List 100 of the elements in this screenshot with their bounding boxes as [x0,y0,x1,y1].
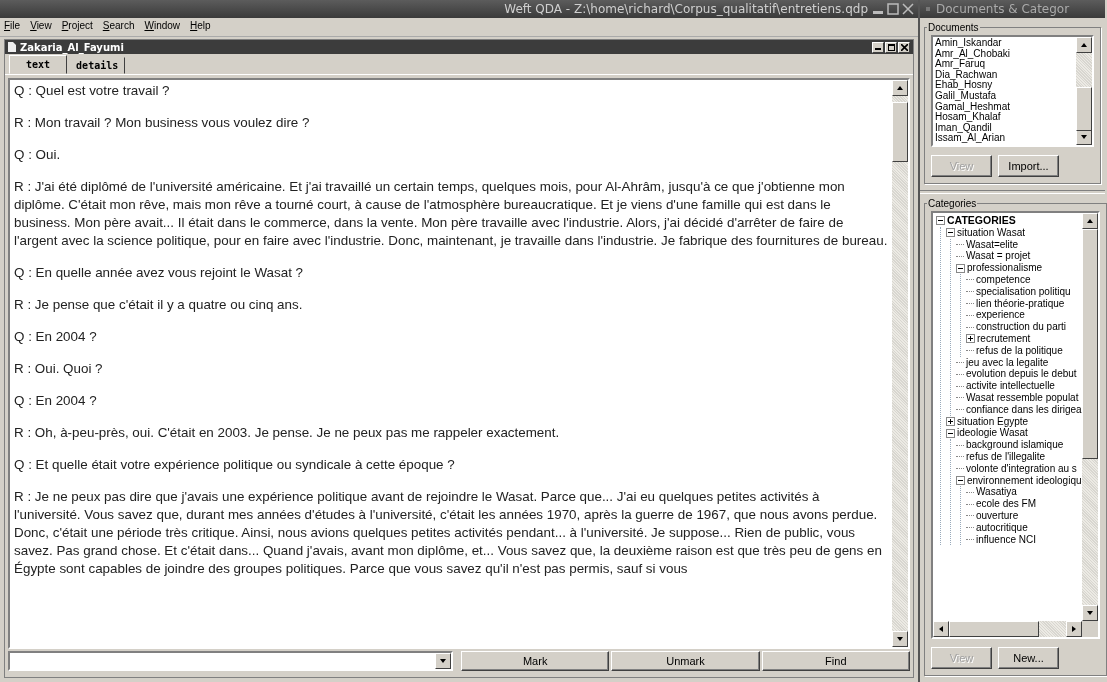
paragraph: R : Oui. Quoi ? [14,360,104,378]
tree-item[interactable]: experience [976,309,1025,322]
tree-item[interactable]: jeu avec la legalite [966,356,1049,369]
arrow-up-icon [1085,217,1094,225]
tree-item[interactable]: Wasat ressemble populat [966,391,1079,404]
tree-item[interactable]: Wasat = projet [966,250,1031,263]
panel-button[interactable]: Import... [998,155,1059,177]
tree-item[interactable]: volonte d'integration au s [966,462,1077,475]
tree-item[interactable]: construction du parti [976,321,1067,333]
panel-title: Documents & Categor [936,2,1070,16]
tab[interactable]: text [9,55,68,74]
scroll-thumb[interactable] [892,102,908,162]
document-item[interactable]: Dia_Rachwan [935,69,1074,81]
document-item[interactable]: Iman_Qandil [935,122,1074,134]
close-button[interactable] [898,41,910,53]
tree-item[interactable]: confiance dans les dirigea [966,403,1082,416]
document-item[interactable]: Ehab_Hosny [935,80,1074,91]
scroll-thumb[interactable] [949,621,1039,637]
menu-item[interactable]: Window [144,20,181,34]
menu-item[interactable]: File [4,20,21,34]
tree-item[interactable]: Wasatiya [976,486,1017,499]
document-item[interactable]: Galil_Mustafa [935,90,1074,102]
action-button[interactable]: Unmark [611,651,760,671]
document-item[interactable]: Gamal_Heshmat [935,101,1074,113]
tree-item[interactable]: situation Egypte [957,415,1029,428]
tree-item[interactable]: activite intellectuelle [966,380,1055,392]
action-button[interactable]: Mark [461,651,610,671]
tree-item[interactable]: refus de la politique [976,344,1063,357]
scroll-thumb[interactable] [1081,229,1098,459]
minimize-button[interactable] [872,41,884,53]
menu-item[interactable]: Project [61,20,93,34]
scroll-up-button[interactable] [1076,37,1092,53]
tree-item[interactable]: ideologie Wasat [957,427,1028,440]
scrollbar[interactable] [933,621,1098,637]
tree-item[interactable]: competence [976,274,1031,286]
search-field[interactable] [8,651,453,671]
tree-item[interactable]: refus de l'illegalite [966,450,1046,463]
collapse-icon[interactable] [946,228,955,238]
tree-item[interactable]: professionalisme [967,262,1043,274]
tree-item[interactable]: situation Wasat [957,226,1025,239]
paragraph: Q : En 2004 ? [14,392,98,410]
expand-icon[interactable] [966,334,975,344]
scroll-thumb[interactable] [1076,87,1092,131]
paragraph: R : Mon travail ? Mon business vous voulez dire ? [14,114,311,132]
tree-item[interactable]: specialisation politiqu [976,285,1071,298]
document-item[interactable]: Hosam_Khalaf [935,112,1074,123]
scroll-left-button[interactable] [933,621,949,637]
scroll-down-button[interactable] [1081,605,1098,621]
document-item[interactable]: Issam_Al_Arian [935,133,1074,144]
expand-icon[interactable] [946,416,955,426]
document-item[interactable]: Amr_Al_Chobaki [935,48,1074,60]
panel-button[interactable]: New... [998,647,1059,669]
arrow-up-icon [896,84,904,92]
scrollbar[interactable] [892,80,908,647]
tree-item[interactable]: lien théorie-pratique [976,297,1065,310]
document-item[interactable]: Amin_Iskandar [935,38,1074,49]
scroll-up-button[interactable] [1081,213,1098,229]
paragraph: Q : Oui. [14,146,62,164]
maximize-icon[interactable] [887,3,899,15]
arrow-left-icon [937,625,945,633]
collapse-icon[interactable] [956,263,965,273]
tree-item[interactable]: ecole des FM [976,498,1037,510]
paragraph: R : Je ne peux pas dire que j'avais une expérience politique avant de rejoindre le Wasat. Parce que... J'ai eu quelques petites activités à l'université. Vous savez que, durant mes années d'études à l'université, c'était les années 1970, après la guerre de 1967, que nous avons perdue. Donc, c'était une période très critique. Ainsi, nous avions quelques petites activités pendant... à l'université. Je suppose... Rien de public, vous savez. Pas grand chose. Et c'était dans... Quand j'avais, avant mon diplôme, et... Vous savez que, la deuxième raison est que très peu de gens en Égypte sont capables de joindre des groupes politiques. Parce que vous savez qu'il n'est pas permis, sauf si vous [14,488,883,578]
menu-item[interactable]: View [30,20,52,34]
document-title: Zakaria_Al_Fayumi [20,41,124,53]
scrollbar[interactable] [1081,213,1098,621]
arrow-right-icon [1069,625,1078,633]
tree-item[interactable]: recrutement [977,332,1031,345]
scroll-down-button[interactable] [892,631,908,647]
scroll-up-button[interactable] [892,80,908,96]
arrow-down-icon [439,657,447,665]
collapse-icon[interactable] [956,475,965,485]
group-label: Categories [927,198,978,209]
arrow-down-icon [1080,133,1088,141]
tree-item[interactable]: Wasat=elite [966,238,1019,251]
paragraph: Q : Quel est votre travail ? [14,82,171,100]
menu-item[interactable]: Search [102,20,135,34]
window-title: Weft QDA - Z:\home\richard\Corpus_qualitatif\entretiens.qdp [504,2,868,16]
arrow-down-icon [1085,609,1094,617]
tree-item[interactable]: environnement ideologiqu [967,474,1082,487]
scrollbar[interactable] [1076,37,1092,145]
action-button[interactable]: Find [761,651,910,671]
tree-item[interactable]: ouverture [976,509,1019,522]
close-icon[interactable] [902,3,914,15]
tree-item[interactable]: background islamique [966,439,1064,451]
tree-item[interactable]: CATEGORIES [947,215,1016,227]
paragraph: Q : Et quelle était votre expérience politique ou syndicale à cette époque ? [14,456,456,474]
tree-item[interactable]: evolution depuis le debut [966,368,1077,381]
collapse-icon[interactable] [936,216,945,226]
maximize-button[interactable] [885,41,897,53]
tree-item[interactable]: autocritique [976,521,1028,534]
close-icon [900,43,908,51]
scroll-down-button[interactable] [435,653,451,669]
arrow-down-icon [896,635,904,643]
menu-item[interactable]: Help [190,20,211,34]
arrow-up-icon [1080,41,1088,49]
document-item[interactable]: Amr_Faruq [935,59,1074,70]
paragraph: R : J'ai été diplômé de l'université américaine. Et j'ai travaillé un certain temps, quelques mois, pour Al-Ahrâm, jusqu'à ce que j'obtienne mon diplôme. C'était mon rêve, mais mon rêve a tourné court, à cause de l'atmosphère bureaucratique. Et je viens d'une famille qui est dans le business. Mon père avait... Il était dans le commerce, dans la vente. Mon père travaille avec l'industrie. Alors, j'ai décidé d'arrêter de faire de l'argent avec la science politique, pour en faire avec l'industrie. Donc, maintenant, je travaille dans l'industrie. Je fabrique des fournitures de bureau. [14,178,888,250]
tree-item[interactable]: influence NCI [976,533,1037,546]
collapse-icon[interactable] [946,428,955,438]
